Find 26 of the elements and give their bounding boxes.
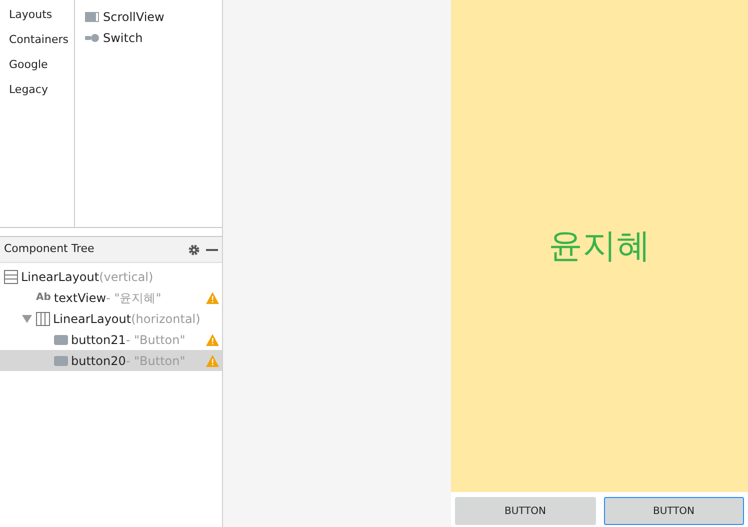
text-icon: Ab: [36, 290, 51, 305]
expand-arrow-icon[interactable]: [22, 314, 32, 322]
tree-item[interactable]: textView- "윤지혜": [54, 288, 162, 306]
vertical-layout-icon: [4, 270, 18, 284]
warning-icon[interactable]: [206, 292, 219, 304]
tree-item[interactable]: LinearLayout(horizontal): [53, 310, 200, 328]
palette-item[interactable]: ScrollView: [103, 8, 164, 26]
warning-icon[interactable]: [206, 354, 219, 366]
palette-item[interactable]: Switch: [103, 28, 143, 46]
panel-title: Component Tree: [4, 241, 94, 258]
horizontal-layout-icon: [36, 312, 50, 326]
button-icon: [54, 334, 68, 344]
settings-icon[interactable]: [188, 244, 200, 256]
palette-category[interactable]: Containers: [0, 30, 74, 55]
minimize-icon[interactable]: [206, 248, 218, 250]
palette-category[interactable]: Layouts: [0, 5, 74, 30]
tree-item[interactable]: LinearLayout(vertical): [21, 268, 154, 286]
scrollview-icon: [85, 12, 99, 22]
preview-button[interactable]: BUTTON: [455, 497, 596, 525]
button-icon: [54, 356, 68, 366]
tree-item[interactable]: button21- "Button": [71, 330, 186, 348]
palette-category[interactable]: Google: [0, 55, 74, 80]
switch-icon: [85, 34, 99, 42]
preview-button[interactable]: BUTTON: [604, 497, 744, 525]
palette-category[interactable]: Legacy: [0, 80, 74, 105]
warning-icon[interactable]: [206, 334, 219, 346]
